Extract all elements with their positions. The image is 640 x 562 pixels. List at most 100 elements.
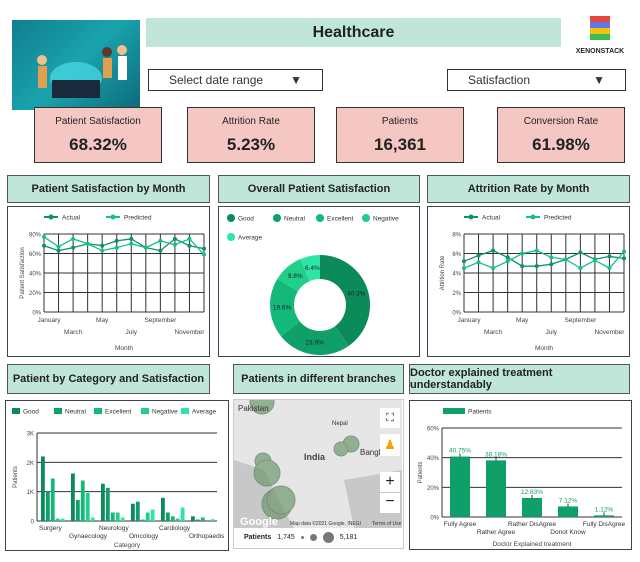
- attrition-line-chart: 0% 2% 4% 6% 8% Attrition Rate JanuaryMarch May J…: [440, 214, 626, 352]
- zoom-in-button[interactable]: +: [380, 472, 400, 492]
- legend-label: Good: [238, 216, 254, 223]
- y-tick-label: 4%: [452, 272, 461, 278]
- metric-dropdown[interactable]: Satisfaction ▼: [447, 69, 626, 91]
- legend-label: Neutral: [284, 216, 306, 223]
- bar: [120, 517, 125, 521]
- fullscreen-button[interactable]: ⛶: [380, 408, 400, 428]
- data-point: [607, 266, 612, 271]
- x-tick-label: March: [484, 329, 502, 336]
- bar: [486, 460, 506, 517]
- data-point: [462, 266, 466, 271]
- data-point: [158, 238, 163, 243]
- x-tick-label: Orthopaedis: [189, 533, 225, 540]
- legend-label: Predicted: [124, 215, 152, 222]
- branches-map[interactable]: Pakistan Nepal India Bangl Google Map da…: [234, 400, 402, 528]
- data-point: [491, 266, 496, 271]
- data-point: [42, 243, 46, 248]
- pegman-icon[interactable]: ♟: [380, 434, 400, 456]
- legend-label: Excellent: [105, 409, 132, 416]
- data-point: [520, 264, 525, 269]
- data-point: [622, 256, 626, 261]
- caret-down-icon: ▼: [290, 73, 302, 87]
- data-point: [520, 251, 525, 256]
- bar-value-label: 40.75%: [449, 448, 471, 455]
- data-point: [42, 234, 46, 239]
- x-tick-label: September: [144, 317, 177, 324]
- bar-value-label: 12.83%: [521, 489, 543, 496]
- bar: [558, 506, 578, 517]
- legend-swatch: [141, 408, 149, 414]
- data-point: [56, 248, 61, 253]
- x-tick-label: November: [174, 329, 205, 336]
- satisfaction-donut-chart: Good Neutral Excellent Negative Average 40.3%…: [227, 214, 399, 355]
- legend-swatch: [443, 408, 465, 414]
- data-point: [114, 238, 119, 243]
- bar: [195, 519, 200, 521]
- legend-label: Average: [192, 409, 216, 416]
- bar: [101, 483, 105, 521]
- y-tick-label: 6%: [452, 252, 461, 258]
- zoom-out-button[interactable]: −: [380, 493, 400, 513]
- slice-label: 6.4%: [305, 265, 320, 272]
- bar: [450, 456, 470, 517]
- x-axis-label: Month: [115, 345, 133, 352]
- legend-marker: [273, 214, 281, 222]
- svg-text:Google: Google: [240, 516, 278, 528]
- y-tick-label: 3K: [27, 432, 34, 438]
- bar-value-label: 1.12%: [595, 506, 614, 513]
- data-point: [143, 245, 148, 250]
- data-point: [592, 258, 597, 263]
- section-header: Patients in different branches: [233, 364, 404, 394]
- series-line-actual: [463, 249, 625, 267]
- kpi-patient-satisfaction: Patient Satisfaction 68.32%: [34, 107, 162, 163]
- bar: [115, 512, 120, 521]
- section-header: Overall Patient Satisfaction: [218, 175, 420, 203]
- data-point: [549, 255, 554, 260]
- bar: [191, 516, 195, 521]
- y-tick-label: 20%: [427, 486, 440, 492]
- section-header: Patient by Category and Satisfaction: [7, 364, 210, 394]
- legend-marker: [48, 214, 54, 220]
- x-tick-label: Fully Agree: [444, 521, 477, 528]
- bar: [50, 478, 55, 521]
- caret-down-icon: ▼: [593, 73, 605, 87]
- x-tick-label: January: [457, 317, 481, 324]
- bar: [85, 492, 90, 521]
- data-point: [505, 259, 510, 264]
- data-point: [622, 249, 626, 254]
- map-bubble: [253, 459, 281, 487]
- x-tick-label: May: [96, 317, 109, 324]
- bar: [210, 519, 215, 521]
- date-range-dropdown[interactable]: Select date range ▼: [148, 69, 323, 91]
- bar: [175, 518, 180, 521]
- data-point: [505, 255, 510, 260]
- data-point: [476, 253, 481, 258]
- data-point: [476, 260, 481, 265]
- legend-label: Negative: [373, 216, 399, 223]
- bar: [60, 518, 65, 521]
- data-point: [129, 236, 134, 241]
- bar: [165, 512, 170, 521]
- data-point: [462, 259, 466, 264]
- kpi-attrition-rate: Attrition Rate 5.23%: [187, 107, 315, 163]
- legend-marker: [316, 214, 324, 222]
- section-header: Doctor explained treatment understandabl…: [409, 364, 630, 394]
- y-tick-label: 80%: [29, 233, 42, 239]
- data-point: [202, 252, 206, 257]
- kpi-patients: Patients 16,361: [336, 107, 464, 163]
- x-tick-label: January: [37, 317, 61, 324]
- legend-swatch: [181, 408, 189, 414]
- legend-swatch: [12, 408, 20, 414]
- data-point: [100, 248, 105, 253]
- x-tick-label: May: [516, 317, 529, 324]
- bar: [41, 456, 45, 521]
- category-bar-chart: 0 1K 2K 3K Patients Good Neutral Excellent Negat…: [12, 408, 225, 549]
- hero-illustration: [12, 20, 140, 110]
- x-axis-label: Month: [535, 345, 553, 352]
- bar: [71, 473, 75, 521]
- y-tick-label: 20%: [29, 291, 42, 297]
- data-point: [85, 241, 90, 246]
- y-tick-label: 2K: [27, 461, 34, 467]
- y-tick-label: 60%: [29, 252, 42, 258]
- y-tick-label: 0%: [452, 311, 461, 317]
